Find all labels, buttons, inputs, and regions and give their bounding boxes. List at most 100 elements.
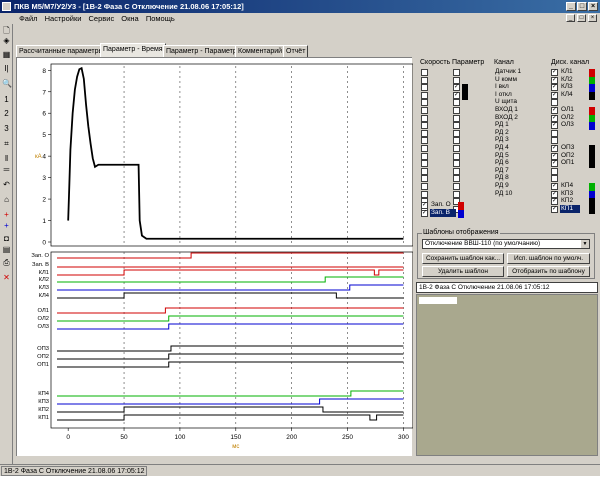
speed-checkbox[interactable] — [421, 76, 428, 84]
param-checkbox[interactable] — [453, 69, 460, 76]
param-checkbox[interactable] — [453, 183, 460, 190]
document-icon[interactable]: 🗋 — [2, 26, 11, 35]
save-icon[interactable]: ▦ — [2, 50, 11, 59]
discrete-checkbox[interactable] — [551, 99, 558, 107]
zap-checkbox[interactable]: ✓ — [421, 210, 428, 217]
blue-plus-icon[interactable]: + — [2, 221, 11, 230]
frame-icon[interactable]: ◘ — [2, 234, 11, 243]
discrete-checkbox[interactable]: ✓ — [551, 122, 558, 130]
discrete-checkbox[interactable]: ✓ — [551, 190, 558, 198]
speed-checkbox[interactable] — [421, 129, 428, 137]
app-icon[interactable] — [2, 2, 11, 11]
speed-checkbox[interactable] — [421, 84, 428, 92]
use-default-template-button[interactable]: Исп. шаблон по умолч. — [507, 253, 590, 264]
discrete-checkbox[interactable] — [551, 167, 558, 175]
delete-template-button[interactable]: Удалить шаблон — [422, 266, 504, 277]
zap-checkbox[interactable]: ✓ — [421, 202, 428, 209]
param-checkbox[interactable] — [453, 145, 460, 152]
discrete-checkbox[interactable]: ✓ — [551, 114, 558, 122]
menu-service[interactable]: Сервис — [89, 14, 115, 23]
two-icon[interactable]: 2 — [2, 109, 11, 118]
param-checkbox[interactable] — [453, 175, 460, 183]
records-list[interactable] — [416, 294, 598, 456]
menu-help[interactable]: Помощь — [146, 14, 175, 23]
discrete-checkbox[interactable]: ✓ — [551, 107, 558, 114]
speed-checkbox[interactable] — [421, 183, 428, 190]
discrete-checkbox[interactable]: ✓ — [551, 198, 558, 206]
param-checkbox[interactable] — [453, 99, 460, 107]
param-checkbox[interactable]: ✓ — [453, 84, 460, 92]
speed-checkbox[interactable] — [421, 99, 428, 107]
speed-checkbox[interactable] — [421, 167, 428, 175]
discrete-checkbox[interactable]: ✓ — [551, 160, 558, 168]
param-checkbox[interactable] — [453, 129, 460, 137]
mdi-maximize-button[interactable]: □ — [577, 14, 586, 22]
discrete-checkbox[interactable]: ✓ — [551, 145, 558, 152]
tab-report[interactable]: Отчёт — [283, 45, 309, 57]
close-red-icon[interactable]: ✕ — [2, 273, 11, 282]
close-button[interactable]: × — [588, 2, 598, 11]
speed-checkbox[interactable] — [421, 160, 428, 168]
tab-param-param[interactable]: Параметр - Параметр — [163, 45, 240, 57]
menu-settings[interactable]: Настройки — [45, 14, 82, 23]
speed-checkbox[interactable] — [421, 107, 428, 114]
oscillogram-chart[interactable]: 0 1 2 3 4 5 6 7 8 кА Зап. О Зап. В КЛ1КЛ2 КЛ3 КЛ4 ОЛ1 ОЛ… — [17, 58, 414, 457]
speed-checkbox[interactable] — [421, 137, 428, 145]
tab-calculated-params[interactable]: Рассчитанные параметры — [16, 45, 107, 57]
discrete-checkbox[interactable]: ✓ — [551, 84, 558, 92]
menu-file[interactable]: Файл — [19, 14, 37, 23]
param-checkbox[interactable]: ✓ — [453, 91, 460, 99]
zoom-icon[interactable]: 🔍 — [2, 79, 12, 88]
split-vertical-icon[interactable]: ‖ — [2, 154, 11, 163]
menu-windows[interactable]: Окна — [121, 14, 138, 23]
one-icon[interactable]: 1 — [2, 95, 11, 104]
param-checkbox[interactable] — [453, 167, 460, 175]
print-preview-icon[interactable]: ▤ — [2, 245, 11, 254]
param-checkbox[interactable] — [453, 152, 460, 160]
print-icon[interactable]: ⎙ — [2, 258, 11, 267]
template-combo[interactable]: Отключение ВВШ-110 (по умолчанию) ▼ — [422, 239, 590, 249]
discrete-checkbox[interactable]: ✓ — [551, 76, 558, 84]
crop-icon[interactable]: ⌗ — [2, 139, 11, 148]
mdi-close-button[interactable]: × — [588, 14, 597, 22]
discrete-checkbox[interactable] — [551, 175, 558, 183]
discrete-checkbox[interactable]: ✓ — [551, 152, 558, 160]
param-checkbox[interactable] — [453, 190, 460, 198]
speed-checkbox[interactable] — [421, 152, 428, 160]
param-checkbox[interactable] — [453, 76, 460, 84]
split-horizontal-icon[interactable]: ═ — [2, 165, 11, 174]
speed-checkbox[interactable] — [421, 175, 428, 183]
param-checkbox[interactable] — [453, 107, 460, 114]
discrete-checkbox[interactable] — [551, 129, 558, 137]
tab-comment[interactable]: Комментарий — [235, 45, 286, 57]
param-checkbox[interactable] — [453, 160, 460, 168]
discrete-checkbox[interactable]: ✓ — [551, 69, 558, 76]
maximize-button[interactable]: □ — [577, 2, 587, 11]
speed-checkbox[interactable] — [421, 114, 428, 122]
speed-checkbox[interactable] — [421, 122, 428, 130]
chevron-down-icon[interactable]: ▼ — [581, 240, 589, 248]
discrete-checkbox[interactable]: ✓ — [551, 91, 558, 99]
three-icon[interactable]: 3 — [2, 124, 11, 133]
mdi-minimize-button[interactable]: _ — [566, 14, 575, 22]
speed-checkbox[interactable] — [421, 91, 428, 99]
discrete-checkbox[interactable] — [551, 137, 558, 145]
minimize-button[interactable]: _ — [566, 2, 576, 11]
record-select[interactable]: 1В-2 Фаза С Отключение 21.08.06 17:05:12 — [416, 282, 598, 293]
apply-template-button[interactable]: Отобразить по шаблону — [507, 266, 590, 277]
save-template-as-button[interactable]: Сохранить шаблон как... — [422, 253, 504, 264]
plus-icon[interactable]: + — [2, 210, 11, 219]
open-icon[interactable]: ◈ — [2, 36, 11, 45]
param-checkbox[interactable] — [453, 137, 460, 145]
param-checkbox[interactable] — [453, 122, 460, 130]
undo-icon[interactable]: ↶ — [2, 180, 11, 189]
speed-checkbox[interactable] — [421, 145, 428, 152]
speed-checkbox[interactable] — [421, 190, 428, 198]
param-checkbox[interactable] — [453, 114, 460, 122]
tab-param-time[interactable]: Параметр - Время — [100, 43, 166, 57]
speed-checkbox[interactable] — [421, 69, 428, 76]
home-icon[interactable]: ⌂ — [2, 195, 11, 204]
discrete-checkbox[interactable]: ✓ — [551, 205, 558, 213]
cursor-icon[interactable]: I| — [2, 64, 11, 73]
oscillogram-panel[interactable]: 0 1 2 3 4 5 6 7 8 кА Зап. О Зап. В КЛ1 КЛ2 КЛ3 КЛ4 ОЛ1 ОЛ… — [16, 57, 414, 457]
